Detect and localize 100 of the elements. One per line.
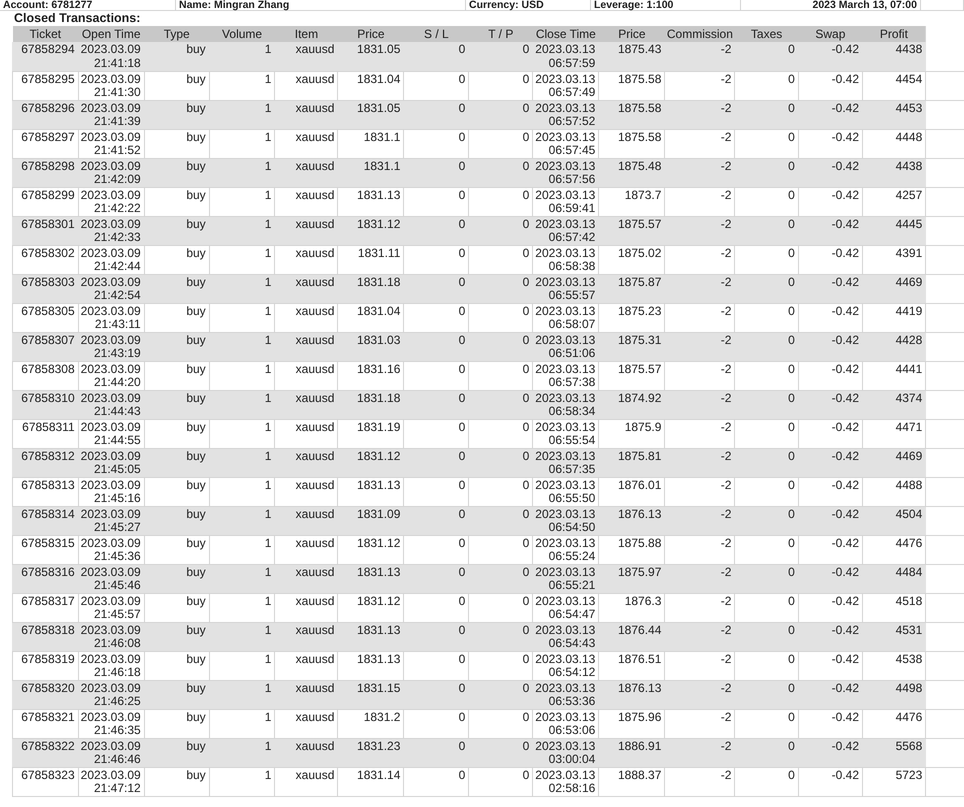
table-cell: buy (144, 245, 210, 274)
table-cell: -2 (664, 593, 735, 622)
table-cell: -0.42 (798, 245, 863, 274)
table-cell: 0 (734, 42, 798, 71)
table-cell: -2 (664, 390, 735, 419)
table-cell: 2023.03.09 21:45:46 (78, 564, 144, 593)
table-cell: 1 (209, 738, 275, 767)
table-cell: 1875.02 (598, 245, 665, 274)
table-cell: 4438 (862, 42, 926, 71)
table-cell: -2 (664, 535, 735, 564)
table-cell: 0 (404, 738, 469, 767)
table-cell: 0 (734, 564, 798, 593)
table-cell: 0 (734, 129, 798, 158)
column-header: Taxes (734, 26, 798, 42)
table-cell: buy (144, 274, 210, 303)
table-cell: buy (144, 129, 210, 158)
table-cell: 0 (468, 622, 533, 651)
table-cell: 67858313 (12, 477, 78, 506)
table-cell: 67858296 (12, 100, 78, 129)
table-cell: 0 (404, 216, 469, 245)
table-cell: 1831.13 (338, 564, 404, 593)
table-cell: 1 (209, 187, 275, 216)
table-cell: 1 (209, 709, 275, 738)
table-cell: xauusd (274, 187, 338, 216)
table-cell: 1874.92 (598, 390, 665, 419)
table-cell: 2023.03.13 06:53:06 (532, 709, 599, 738)
table-cell: 0 (404, 593, 469, 622)
table-cell: buy (144, 303, 210, 332)
table-cell: xauusd (274, 738, 338, 767)
table-cell: 1875.58 (598, 71, 665, 100)
table-cell: buy (144, 158, 210, 187)
column-header: Profit (862, 26, 926, 42)
table-cell: xauusd (274, 593, 338, 622)
table-cell: 0 (734, 622, 798, 651)
table-cell: -0.42 (798, 506, 863, 535)
table-cell: 4428 (862, 332, 926, 361)
table-cell: buy (144, 71, 210, 100)
table-cell: 1876.13 (598, 506, 665, 535)
table-cell: 1 (209, 419, 275, 448)
table-cell: -2 (664, 361, 735, 390)
table-cell: 2023.03.09 21:41:39 (78, 100, 144, 129)
table-cell: 0 (468, 535, 533, 564)
table-cell: 1875.57 (598, 361, 665, 390)
table-cell: 67858320 (12, 680, 78, 709)
table-cell: 0 (734, 738, 798, 767)
table-cell: 4504 (862, 506, 926, 535)
table-cell: -0.42 (798, 390, 863, 419)
table-cell: 0 (468, 390, 533, 419)
table-cell: 0 (468, 767, 533, 796)
table-cell: buy (144, 593, 210, 622)
table-cell: 0 (468, 42, 533, 71)
table-cell: -0.42 (798, 274, 863, 303)
table-cell: 0 (404, 767, 469, 796)
table-cell: 2023.03.09 21:45:16 (78, 477, 144, 506)
table-cell: 2023.03.13 06:54:12 (532, 651, 599, 680)
table-cell: 0 (734, 71, 798, 100)
table-cell: 0 (404, 477, 469, 506)
table-cell: 4469 (862, 274, 926, 303)
table-cell: 1876.01 (598, 477, 665, 506)
table-cell: 67858308 (12, 361, 78, 390)
table-cell: 0 (404, 622, 469, 651)
table-cell: 2023.03.09 21:46:18 (78, 651, 144, 680)
table-cell: 2023.03.13 06:57:35 (532, 448, 599, 477)
table-cell: 67858318 (12, 622, 78, 651)
table-cell: 1831.1 (338, 129, 404, 158)
table-cell: -0.42 (798, 100, 863, 129)
table-cell: 1831.2 (338, 709, 404, 738)
column-header: Type (144, 26, 210, 42)
table-cell: 2023.03.09 21:46:46 (78, 738, 144, 767)
table-cell: 0 (734, 361, 798, 390)
table-cell: -0.42 (798, 593, 863, 622)
table-cell: -2 (664, 477, 735, 506)
table-cell: 0 (468, 129, 533, 158)
table-cell: xauusd (274, 680, 338, 709)
table-cell: 2023.03.09 21:42:22 (78, 187, 144, 216)
table-cell: 4438 (862, 158, 926, 187)
table-cell: 1 (209, 71, 275, 100)
table-cell: 2023.03.13 06:58:38 (532, 245, 599, 274)
account-info-text: Name: Mingran Zhang (179, 0, 290, 11)
table-cell: -0.42 (798, 129, 863, 158)
table-cell: 0 (404, 506, 469, 535)
table-cell: 1831.11 (338, 245, 404, 274)
table-cell: 0 (404, 158, 469, 187)
table-cell: 1 (209, 303, 275, 332)
table-cell: buy (144, 767, 210, 796)
account-info-text: Currency: USD (469, 0, 544, 11)
table-cell: 0 (468, 680, 533, 709)
table-cell: 67858302 (12, 245, 78, 274)
table-cell: buy (144, 187, 210, 216)
table-cell: 67858323 (12, 767, 78, 796)
table-cell: 2023.03.09 21:44:55 (78, 419, 144, 448)
table-cell: xauusd (274, 216, 338, 245)
table-cell: 1831.12 (338, 535, 404, 564)
table-cell: 0 (468, 100, 533, 129)
column-header: Open Time (78, 26, 144, 42)
table-cell: xauusd (274, 622, 338, 651)
table-cell: 1 (209, 274, 275, 303)
table-cell: 1831.13 (338, 477, 404, 506)
table-cell: -2 (664, 738, 735, 767)
table-cell: 1831.18 (338, 390, 404, 419)
